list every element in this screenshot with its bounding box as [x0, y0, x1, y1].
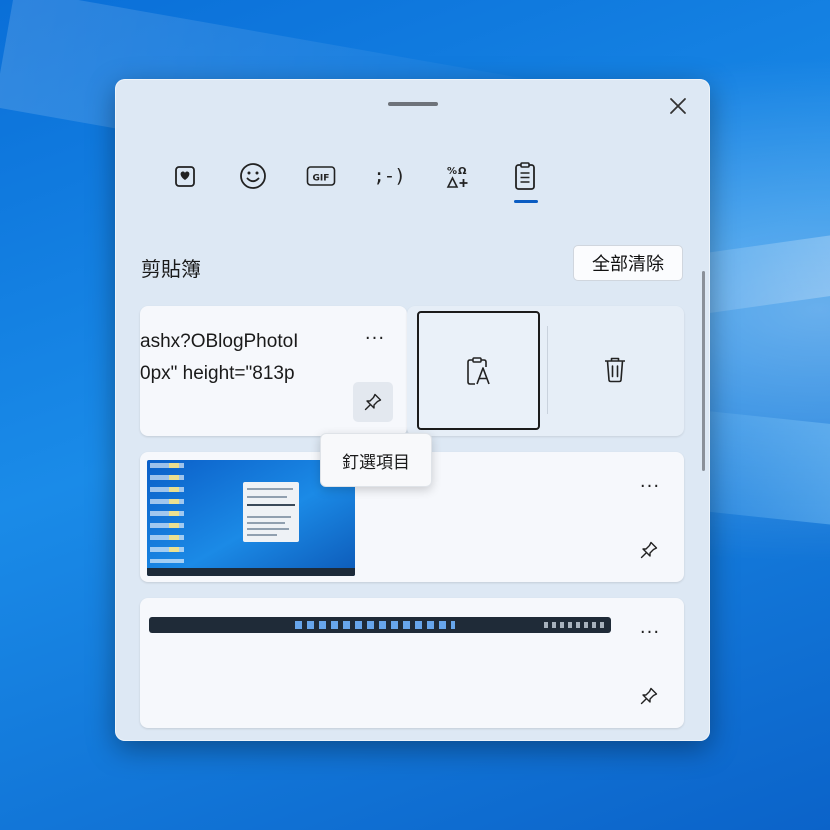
thumb-window	[243, 482, 299, 542]
clipboard-item-text[interactable]: ashx?OBlogPhotoI 0px" height="813p ···	[140, 306, 407, 436]
emoji-clipboard-panel: GIF ;-) % Ω 剪貼簿 全部清除 ashx?OBlogPhotoI 0p…	[115, 79, 710, 741]
pin-icon	[640, 541, 658, 559]
thumb-taskbar	[147, 568, 355, 576]
clipboard-item-image[interactable]: ···	[140, 598, 684, 728]
tab-emoji[interactable]	[219, 159, 287, 193]
clipboard-item-text-content: ashx?OBlogPhotoI 0px" height="813p	[140, 326, 298, 390]
taskbar-screenshot-thumbnail	[149, 617, 611, 633]
thumb-system-tray	[544, 622, 604, 628]
pin-button[interactable]	[353, 382, 393, 422]
clear-all-button[interactable]: 全部清除	[573, 245, 683, 281]
thumb-desktop-icons	[169, 463, 179, 553]
paste-as-text-button[interactable]	[417, 311, 540, 430]
category-tabs: GIF ;-) % Ω	[151, 159, 559, 203]
delete-button[interactable]	[550, 311, 680, 426]
clipboard-title: 剪貼簿	[141, 257, 201, 281]
scrollbar-thumb[interactable]	[702, 271, 705, 471]
tab-kaomoji[interactable]: ;-)	[355, 159, 423, 193]
more-options-button[interactable]: ···	[633, 620, 667, 644]
paste-as-text-icon	[466, 356, 490, 385]
svg-text:GIF: GIF	[313, 174, 330, 184]
pin-button[interactable]	[629, 676, 669, 716]
svg-text:%: %	[447, 166, 457, 177]
smiley-icon	[240, 163, 266, 189]
drag-handle[interactable]	[388, 102, 438, 106]
pin-tooltip: 釘選項目	[320, 433, 432, 487]
pin-icon	[640, 687, 658, 705]
tab-favorites[interactable]	[151, 159, 219, 193]
close-icon	[670, 98, 686, 114]
thumb-taskbar-icons	[295, 621, 455, 629]
symbols-icon: % Ω	[446, 166, 468, 188]
svg-text:Ω: Ω	[458, 166, 467, 177]
text-line: 0px" height="813p	[140, 363, 295, 384]
pin-icon	[364, 393, 382, 411]
tab-gif[interactable]: GIF	[287, 159, 355, 193]
heart-card-icon	[175, 166, 195, 187]
close-button[interactable]	[663, 91, 693, 121]
more-options-button[interactable]: ···	[633, 474, 667, 498]
trash-icon	[605, 357, 625, 382]
kaomoji-label: ;-)	[373, 165, 405, 187]
tab-symbols[interactable]: % Ω	[423, 159, 491, 193]
clipboard-icon	[515, 162, 535, 190]
gif-icon: GIF	[306, 166, 336, 186]
item-actions	[407, 306, 684, 436]
tab-clipboard[interactable]	[491, 159, 559, 203]
actions-divider	[547, 326, 548, 414]
pin-button[interactable]	[629, 530, 669, 570]
more-options-button[interactable]: ···	[358, 326, 392, 350]
text-line: ashx?OBlogPhotoI	[140, 331, 299, 352]
